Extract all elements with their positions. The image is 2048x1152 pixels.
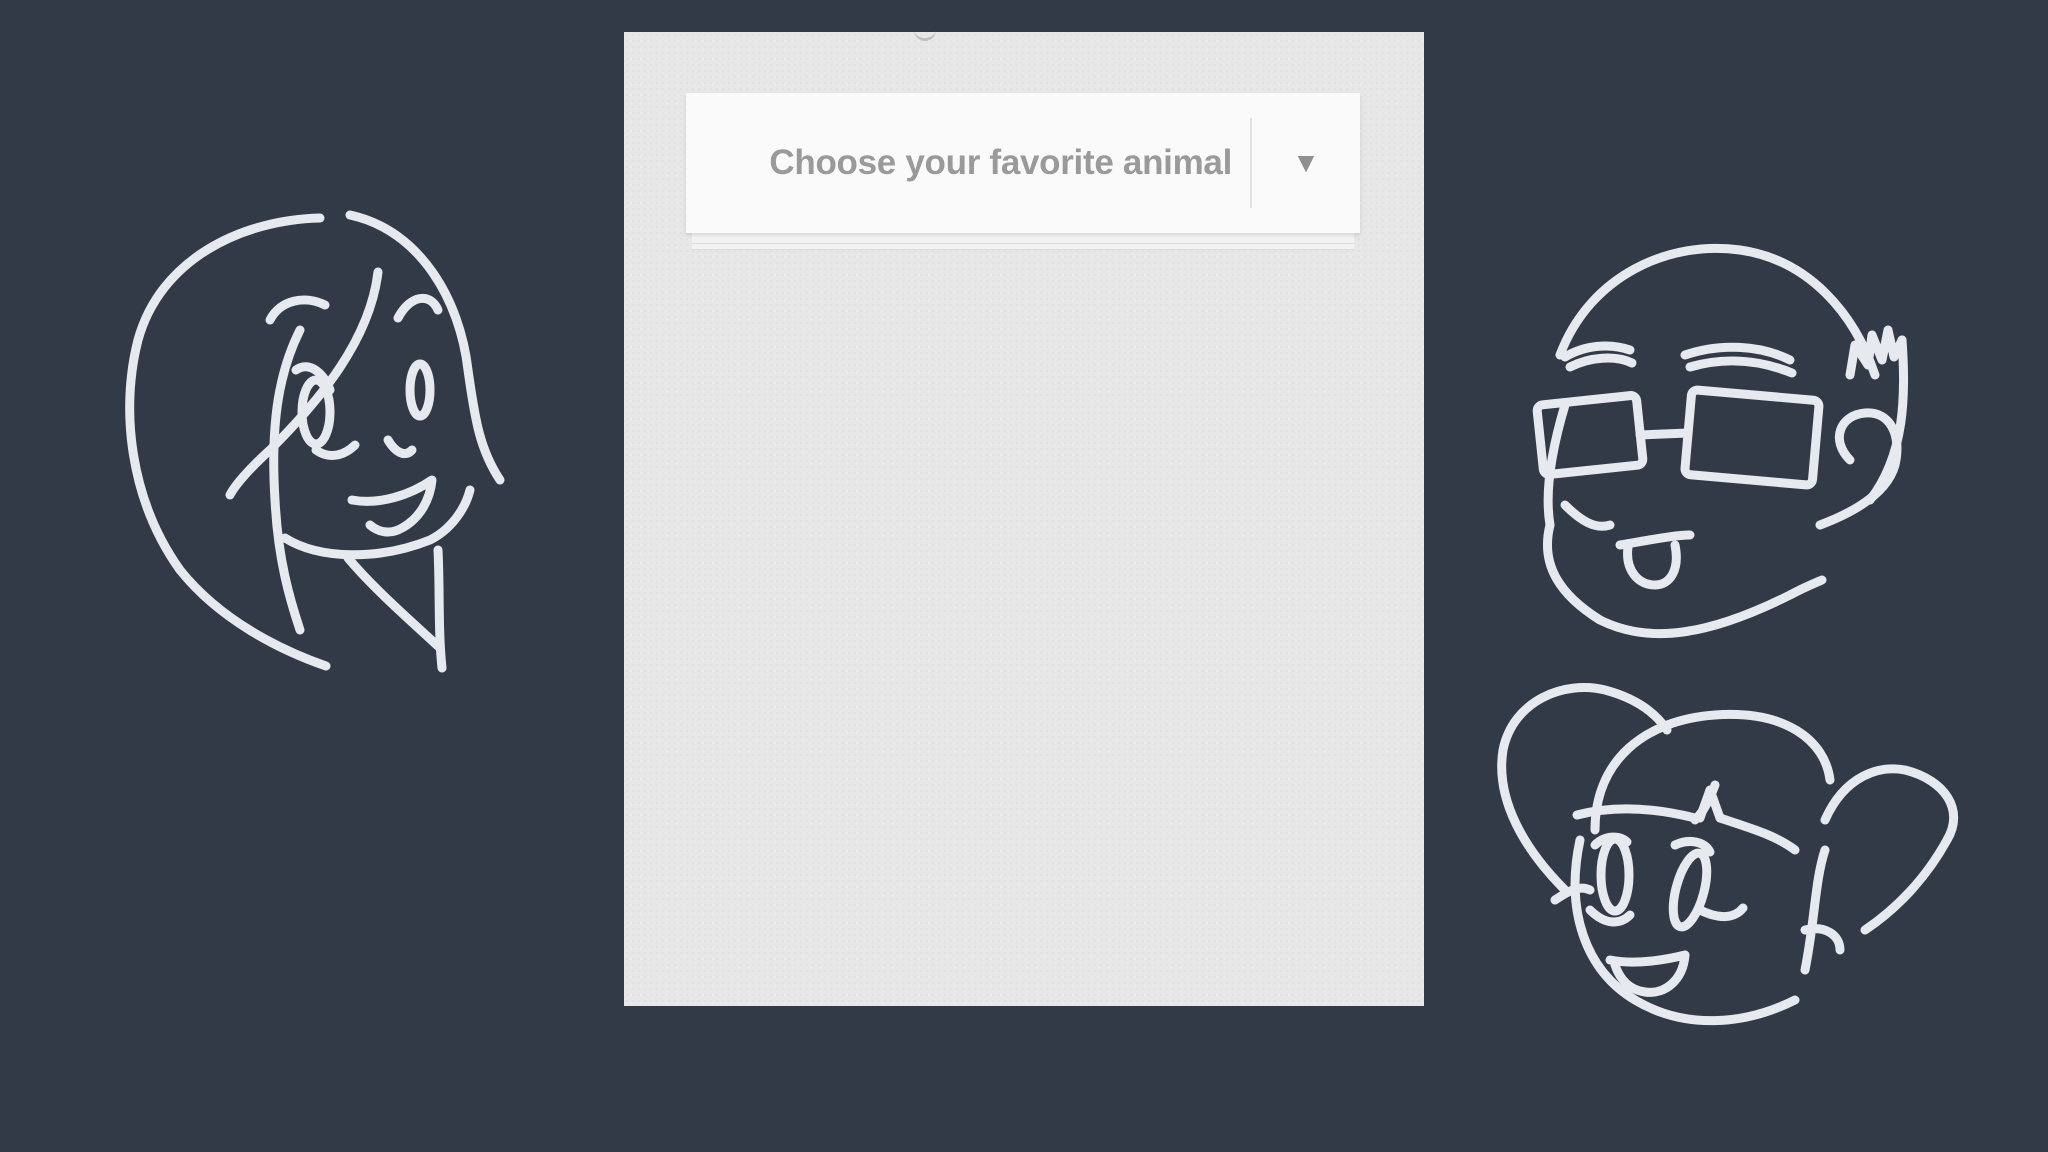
boy-with-glasses-doodle-icon <box>1510 235 1910 645</box>
chevron-down-icon[interactable]: ▼ <box>1252 147 1360 179</box>
favorite-animal-dropdown-stack: Choose your favorite animal ▼ <box>686 93 1360 250</box>
app-canvas: Choose your favorite animal ▼ <box>0 0 2048 1152</box>
dropdown-selected-label: Choose your favorite animal <box>769 143 1232 182</box>
dropdown-shadow-sheet <box>692 233 1354 244</box>
girl-face-doodle-icon <box>120 200 520 680</box>
favorite-animal-dropdown[interactable]: Choose your favorite animal ▼ <box>686 93 1360 233</box>
content-panel: Choose your favorite animal ▼ <box>624 32 1424 1006</box>
panel-tab-notch <box>914 28 936 41</box>
girl-with-pigtails-doodle-icon <box>1495 680 1965 1040</box>
